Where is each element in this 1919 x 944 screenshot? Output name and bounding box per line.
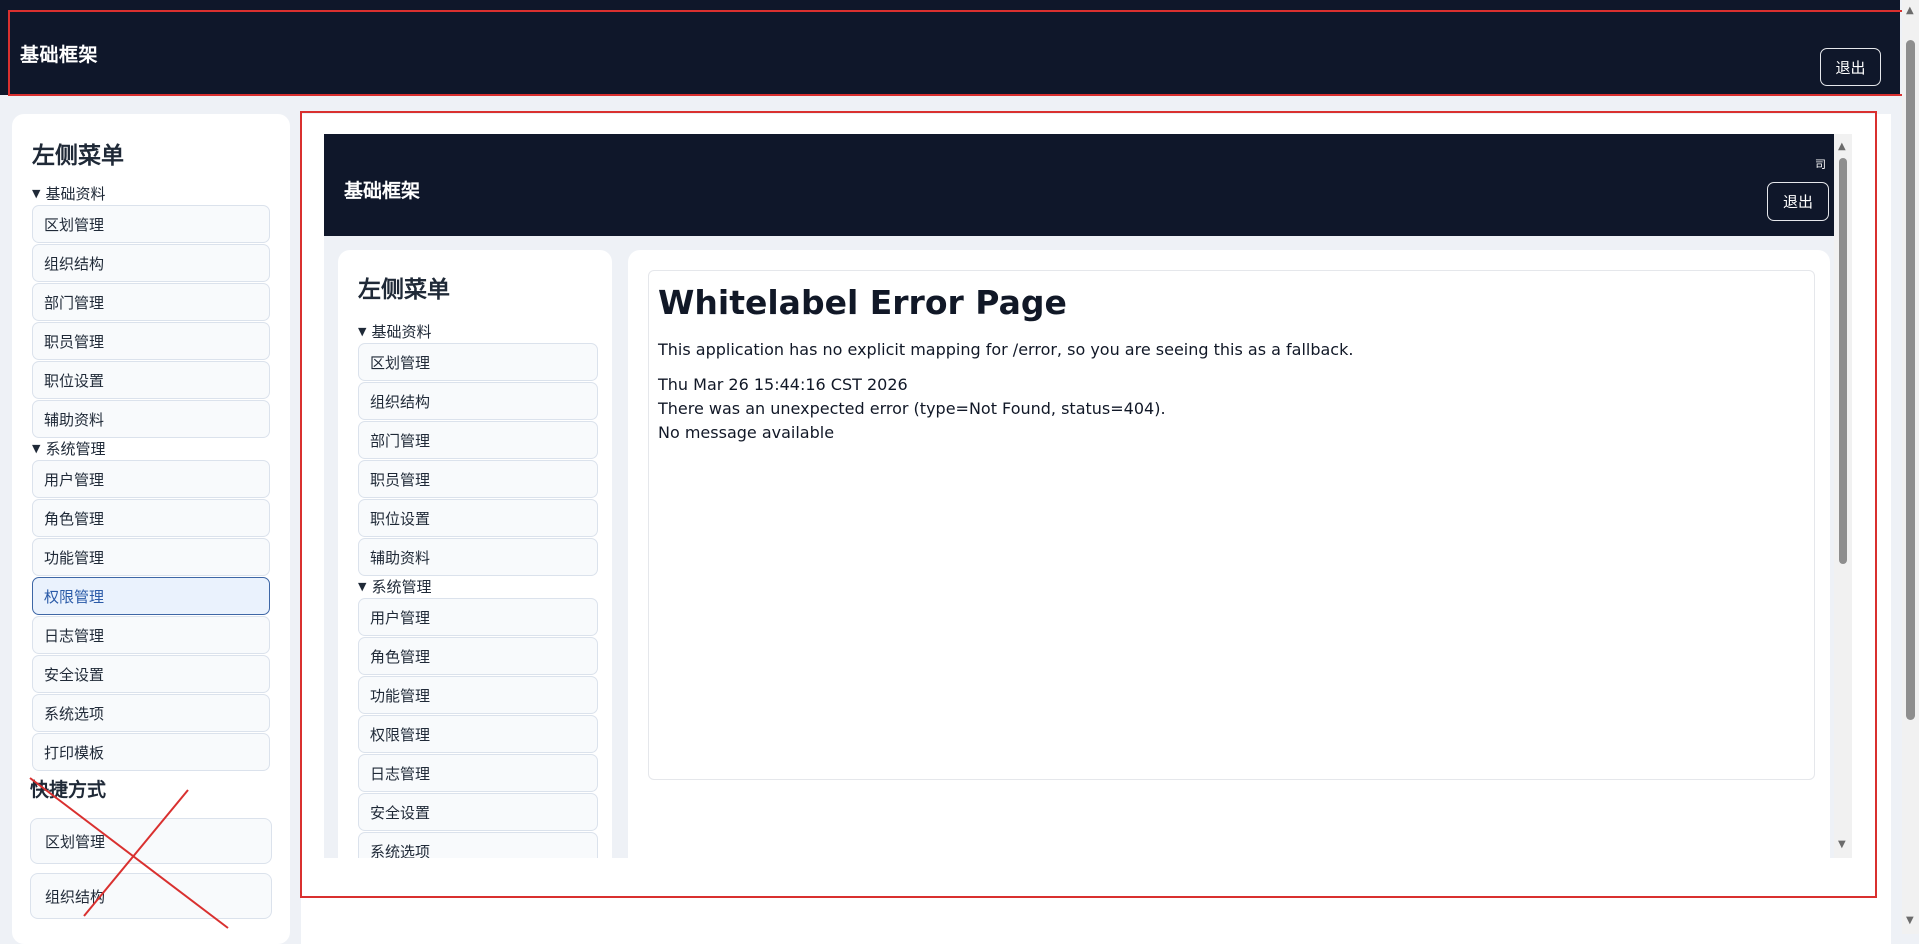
group-system[interactable]: ▼ 系统管理	[32, 439, 106, 458]
triangle-down-icon: ▼	[32, 186, 41, 200]
sidebar-item-permissions[interactable]: 权限管理	[32, 577, 270, 615]
sidebar-item-print-template[interactable]: 打印模板	[32, 733, 270, 771]
error-timestamp: Thu Mar 26 15:44:16 CST 2026	[658, 375, 908, 394]
sidebar-item-security[interactable]: 安全设置	[32, 655, 270, 693]
frame-item-org[interactable]: 组织结构	[358, 382, 598, 420]
triangle-down-icon: ▼	[358, 579, 367, 593]
chevron-down-icon[interactable]: ▼	[1906, 916, 1914, 926]
frame-header-tiny-text: 司	[1815, 158, 1826, 171]
error-card: Whitelabel Error Page This application h…	[648, 270, 1815, 780]
frame-header: 基础框架 司 退出	[324, 134, 1852, 236]
logout-button[interactable]: 退出	[1820, 48, 1881, 86]
app-title: 基础框架	[20, 44, 99, 66]
group-label: 基础资料	[45, 184, 106, 203]
frame-item-functions[interactable]: 功能管理	[358, 676, 598, 714]
group-label: 基础资料	[371, 322, 432, 341]
frame-group-basic-data[interactable]: ▼ 基础资料	[358, 322, 432, 341]
shortcut-org[interactable]: 组织结构	[30, 873, 272, 919]
sidebar-item-staff[interactable]: 职员管理	[32, 322, 270, 360]
triangle-down-icon: ▼	[32, 441, 41, 455]
frame-item-roles[interactable]: 角色管理	[358, 637, 598, 675]
error-heading: Whitelabel Error Page	[658, 283, 1067, 322]
chevron-up-icon[interactable]: ▲	[1838, 142, 1846, 152]
sidebar-item-functions[interactable]: 功能管理	[32, 538, 270, 576]
sidebar-item-region[interactable]: 区划管理	[32, 205, 270, 243]
frame-content: Whitelabel Error Page This application h…	[628, 250, 1830, 858]
frame-scrollbar-thumb[interactable]	[1839, 158, 1847, 564]
frame-item-logs[interactable]: 日志管理	[358, 754, 598, 792]
sidebar-item-logs[interactable]: 日志管理	[32, 616, 270, 654]
sidebar-title: 左侧菜单	[32, 143, 124, 169]
page-scrollbar-thumb[interactable]	[1906, 40, 1915, 720]
frame-sidebar-title: 左侧菜单	[358, 277, 450, 303]
group-label: 系统管理	[45, 439, 106, 458]
sidebar-item-department[interactable]: 部门管理	[32, 283, 270, 321]
error-detail: There was an unexpected error (type=Not …	[658, 399, 1166, 418]
error-message: This application has no explicit mapping…	[658, 340, 1354, 359]
sidebar-item-aux[interactable]: 辅助资料	[32, 400, 270, 438]
page-scrollbar[interactable]: ▲ ▼	[1902, 0, 1919, 934]
frame-logout-button[interactable]: 退出	[1767, 182, 1829, 221]
frame-body: 左侧菜单 ▼ 基础资料 区划管理 组织结构 部门管理 职员管理 职位设置 辅助资…	[324, 236, 1834, 858]
sidebar-item-users[interactable]: 用户管理	[32, 460, 270, 498]
frame-item-security[interactable]: 安全设置	[358, 793, 598, 831]
shortcut-region[interactable]: 区划管理	[30, 818, 272, 864]
frame-group-system[interactable]: ▼ 系统管理	[358, 577, 432, 596]
frame-item-options[interactable]: 系统选项	[358, 832, 598, 858]
chevron-down-icon[interactable]: ▼	[1838, 840, 1846, 850]
frame-item-permissions[interactable]: 权限管理	[358, 715, 598, 753]
frame-scrollbar[interactable]: ▲ ▼	[1834, 134, 1852, 858]
frame-sidebar: 左侧菜单 ▼ 基础资料 区划管理 组织结构 部门管理 职员管理 职位设置 辅助资…	[338, 250, 612, 858]
sidebar-item-roles[interactable]: 角色管理	[32, 499, 270, 537]
frame-item-aux[interactable]: 辅助资料	[358, 538, 598, 576]
group-basic-data[interactable]: ▼ 基础资料	[32, 184, 106, 203]
frame-item-staff[interactable]: 职员管理	[358, 460, 598, 498]
sidebar-item-options[interactable]: 系统选项	[32, 694, 270, 732]
group-label: 系统管理	[371, 577, 432, 596]
sidebar-item-position[interactable]: 职位设置	[32, 361, 270, 399]
sidebar-item-org[interactable]: 组织结构	[32, 244, 270, 282]
frame-item-users[interactable]: 用户管理	[358, 598, 598, 636]
app-header: 基础框架 退出	[0, 0, 1900, 95]
embedded-frame: 基础框架 司 退出 左侧菜单 ▼ 基础资料 区划管理 组织结构 部门管理 职员管…	[324, 134, 1852, 858]
triangle-down-icon: ▼	[358, 324, 367, 338]
frame-title: 基础框架	[344, 180, 421, 202]
shortcuts-title: 快捷方式	[30, 779, 107, 801]
frame-item-region[interactable]: 区划管理	[358, 343, 598, 381]
frame-item-department[interactable]: 部门管理	[358, 421, 598, 459]
error-note: No message available	[658, 423, 835, 442]
chevron-up-icon[interactable]: ▲	[1906, 6, 1914, 16]
frame-item-position[interactable]: 职位设置	[358, 499, 598, 537]
